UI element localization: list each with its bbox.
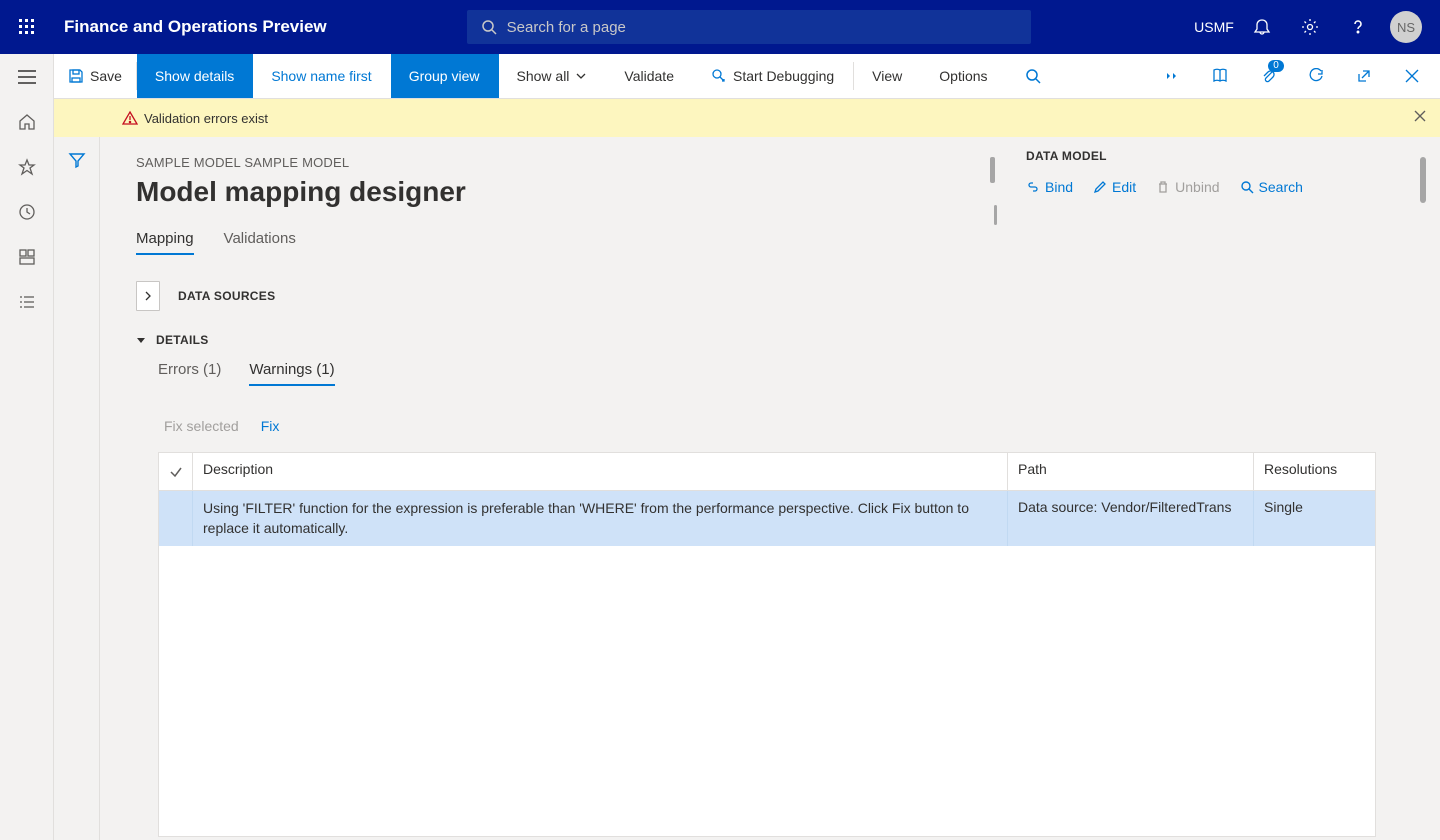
book-button[interactable] xyxy=(1200,54,1240,99)
details-label: DETAILS xyxy=(156,333,209,347)
filter-icon[interactable] xyxy=(68,151,86,840)
book-icon xyxy=(1212,68,1228,84)
caret-down-icon xyxy=(136,335,146,345)
bind-button[interactable]: Bind xyxy=(1026,179,1073,195)
search-icon xyxy=(1025,68,1041,84)
waffle-icon[interactable] xyxy=(0,19,54,35)
row-description: Using 'FILTER' function for the expressi… xyxy=(193,491,1008,546)
details-header[interactable]: DETAILS xyxy=(136,333,1440,347)
col-resolutions[interactable]: Resolutions xyxy=(1254,453,1375,490)
attachments-button[interactable]: 0 xyxy=(1248,54,1288,99)
start-debugging-label: Start Debugging xyxy=(733,68,834,84)
popout-button[interactable] xyxy=(1344,54,1384,99)
data-model-title: DATA MODEL xyxy=(1026,149,1426,163)
show-name-first-button[interactable]: Show name first xyxy=(253,54,390,98)
show-all-button[interactable]: Show all xyxy=(499,54,607,98)
search-placeholder: Search for a page xyxy=(507,19,626,36)
group-view-button[interactable]: Group view xyxy=(391,54,499,98)
unbind-button: Unbind xyxy=(1156,179,1219,195)
col-path[interactable]: Path xyxy=(1008,453,1254,490)
grid-empty-area xyxy=(159,546,1375,836)
options-button[interactable]: Options xyxy=(921,54,1006,98)
edit-label: Edit xyxy=(1112,179,1136,195)
save-label: Save xyxy=(90,68,122,84)
nav-modules-icon[interactable] xyxy=(0,279,54,324)
search-icon xyxy=(1240,180,1254,194)
chevron-right-icon xyxy=(144,291,152,301)
panel-scrollbar[interactable] xyxy=(1420,157,1426,203)
nav-workspaces-icon[interactable] xyxy=(0,234,54,279)
tab-mapping[interactable]: Mapping xyxy=(136,230,194,255)
row-checkbox[interactable] xyxy=(159,491,193,546)
attachments-count: 0 xyxy=(1268,60,1284,72)
unbind-label: Unbind xyxy=(1175,179,1219,195)
edit-button[interactable]: Edit xyxy=(1093,179,1136,195)
start-debugging-button[interactable]: Start Debugging xyxy=(693,54,853,98)
save-icon xyxy=(68,68,84,84)
view-button[interactable]: View xyxy=(854,54,921,98)
splitter-handle[interactable] xyxy=(990,157,995,183)
settings-icon[interactable] xyxy=(1286,0,1334,54)
popout-icon xyxy=(1356,68,1372,84)
data-model-panel: DATA MODEL Bind Edit Unbind Search xyxy=(1026,149,1426,195)
grid-header: Description Path Resolutions xyxy=(159,453,1375,491)
main-tabs: Mapping Validations xyxy=(136,230,1440,255)
search-label: Search xyxy=(1259,179,1303,195)
show-all-label: Show all xyxy=(517,68,570,84)
close-icon xyxy=(1405,69,1419,83)
notifications-icon[interactable] xyxy=(1238,0,1286,54)
left-nav xyxy=(0,54,54,840)
app-header: Finance and Operations Preview Search fo… xyxy=(0,0,1440,54)
detail-tabs: Errors (1) Warnings (1) xyxy=(158,361,1440,386)
search-icon xyxy=(481,19,497,35)
filter-column xyxy=(54,137,100,840)
app-title: Finance and Operations Preview xyxy=(64,17,327,37)
tab-errors[interactable]: Errors (1) xyxy=(158,361,221,386)
goto-icon xyxy=(1163,69,1181,83)
pencil-icon xyxy=(1093,180,1107,194)
command-bar: Save Show details Show name first Group … xyxy=(0,54,1440,99)
bind-label: Bind xyxy=(1045,179,1073,195)
chevron-down-icon xyxy=(575,70,587,82)
tab-warnings[interactable]: Warnings (1) xyxy=(249,361,334,386)
help-icon[interactable] xyxy=(1334,0,1382,54)
data-sources-expand-button[interactable] xyxy=(136,281,160,311)
close-button[interactable] xyxy=(1392,54,1432,99)
validate-button[interactable]: Validate xyxy=(606,54,693,98)
avatar[interactable]: NS xyxy=(1390,11,1422,43)
table-row[interactable]: Using 'FILTER' function for the expressi… xyxy=(159,491,1375,546)
search-button[interactable]: Search xyxy=(1240,179,1303,195)
refresh-button[interactable] xyxy=(1296,54,1336,99)
warning-triangle-icon xyxy=(122,110,138,126)
validation-warning-bar: Validation errors exist xyxy=(54,99,1440,137)
warnings-grid: Description Path Resolutions Using 'FILT… xyxy=(158,452,1376,837)
col-description[interactable]: Description xyxy=(193,453,1008,490)
tab-validations[interactable]: Validations xyxy=(224,230,296,255)
nav-favorites-icon[interactable] xyxy=(0,144,54,189)
nav-home-icon[interactable] xyxy=(0,99,54,144)
find-button[interactable] xyxy=(1007,54,1060,98)
nav-hamburger-icon[interactable] xyxy=(0,54,54,99)
splitter-handle-small[interactable] xyxy=(994,205,997,225)
trash-icon xyxy=(1156,180,1170,194)
company-picker[interactable]: USMF xyxy=(1190,0,1238,54)
search-input[interactable]: Search for a page xyxy=(467,10,1031,44)
warning-text: Validation errors exist xyxy=(144,111,268,126)
select-all-checkbox[interactable] xyxy=(159,453,193,490)
row-path: Data source: Vendor/FilteredTrans xyxy=(1008,491,1254,546)
debug-icon xyxy=(711,68,727,84)
row-resolutions: Single xyxy=(1254,491,1375,546)
refresh-icon xyxy=(1308,68,1324,84)
link-icon xyxy=(1026,180,1040,194)
data-sources-label: DATA SOURCES xyxy=(178,289,275,303)
show-details-button[interactable]: Show details xyxy=(137,54,253,98)
goto-button[interactable] xyxy=(1152,54,1192,99)
warning-close-icon[interactable] xyxy=(1414,109,1426,127)
nav-recent-icon[interactable] xyxy=(0,189,54,234)
fix-button[interactable]: Fix xyxy=(261,418,280,434)
save-button[interactable]: Save xyxy=(54,54,136,98)
fix-selected-button: Fix selected xyxy=(164,418,239,434)
content: SAMPLE MODEL SAMPLE MODEL Model mapping … xyxy=(54,137,1440,840)
